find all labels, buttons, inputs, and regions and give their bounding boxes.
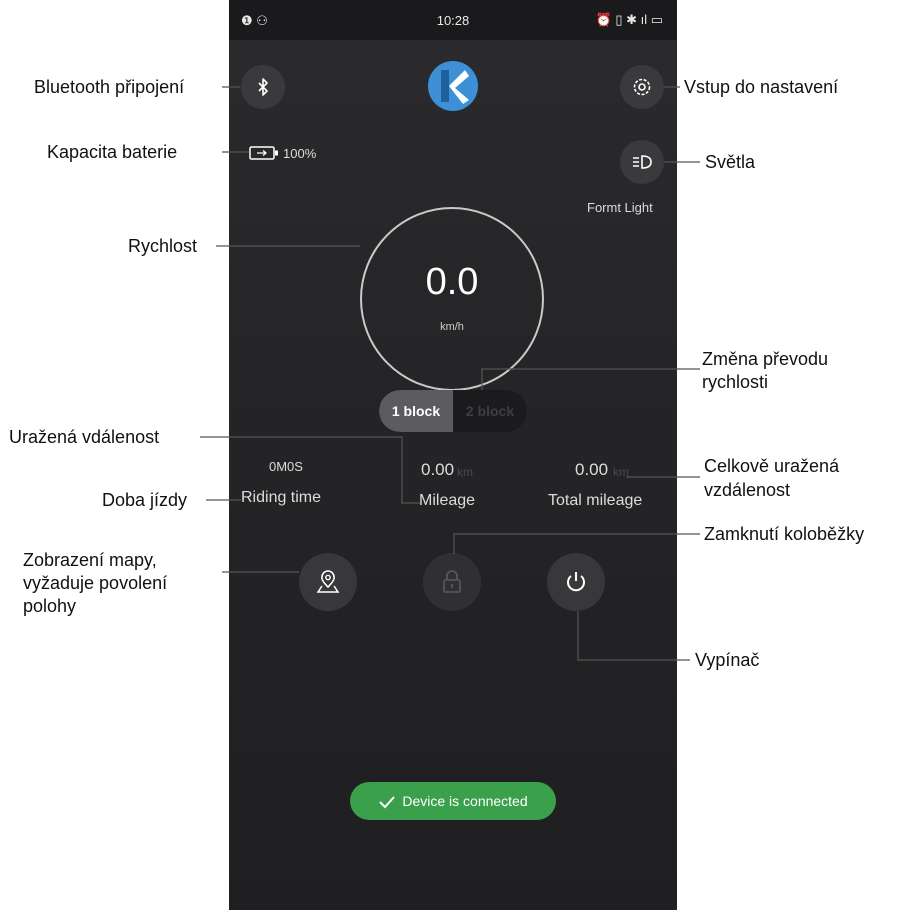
annotation-riding-time: Doba jízdy	[102, 490, 188, 510]
annotation-power: Vypínač	[695, 650, 760, 670]
annotation-bluetooth: Bluetooth připojení	[34, 77, 185, 97]
annotation-total-line2: vzdálenost	[704, 480, 791, 500]
annotation-distance: Uražená vdálenost	[9, 427, 160, 447]
annotation-lights: Světla	[705, 152, 756, 172]
annotation-settings: Vstup do nastavení	[684, 77, 839, 97]
annotation-gear-line2: rychlosti	[702, 372, 769, 392]
annotation-map-line1: Zobrazení mapy,	[23, 550, 157, 570]
annotation-map-line3: polohy	[23, 596, 77, 616]
annotation-gear-line1: Změna převodu	[702, 349, 829, 369]
annotation-battery: Kapacita baterie	[47, 142, 178, 162]
annotation-total-line1: Celkově uražená	[704, 456, 840, 476]
annotation-speed: Rychlost	[128, 236, 198, 256]
annotation-lock: Zamknutí koloběžky	[704, 524, 865, 544]
annotation-map-line2: vyžaduje povolení	[23, 573, 168, 593]
